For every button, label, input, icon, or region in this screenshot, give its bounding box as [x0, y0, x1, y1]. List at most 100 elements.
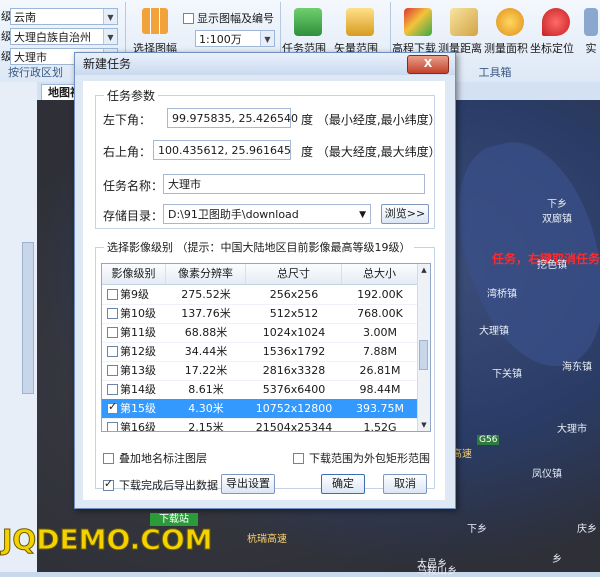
cell-size: 2816x3328 [262, 364, 326, 377]
map-place-label: 乡 [552, 554, 562, 565]
chevron-down-icon: ▼ [103, 29, 117, 44]
export-settings-button[interactable]: 导出设置 [221, 474, 275, 494]
table-row[interactable]: 第13级 17.22米 2816x3328 26.81M [102, 361, 418, 381]
cell-level: 第15级 [120, 402, 156, 415]
chevron-down-icon: ▼ [103, 9, 117, 24]
table-row[interactable]: 第15级 4.30米 10752x12800 393.75M [102, 399, 418, 419]
map-place-label: 下乡 [467, 524, 487, 535]
cell-res: 2.15米 [188, 421, 224, 432]
close-icon: X [423, 57, 433, 70]
chevron-down-icon: ▼ [359, 210, 366, 220]
cell-level: 第9级 [120, 288, 149, 301]
save-dir-dropdown[interactable]: D:\91卫图助手\download ▼ [163, 204, 371, 224]
task-name-label: 任务名称： [103, 179, 164, 193]
level-checkbox[interactable] [107, 365, 118, 376]
cell-total: 98.44M [359, 383, 401, 396]
map-place-label: 大理镇 [479, 326, 509, 337]
bbox-range-label: 下载范围为外包矩形范围 [309, 452, 430, 465]
cell-res: 275.52米 [181, 288, 231, 301]
col-total-size[interactable]: 总尺寸 [246, 264, 342, 284]
overlay-labels-checkbox[interactable] [103, 453, 114, 464]
cell-res: 137.76米 [181, 307, 231, 320]
highway-badge: G56 [477, 435, 500, 445]
table-row[interactable]: 第16级 2.15米 21504x25344 1.52G [102, 418, 418, 432]
scroll-thumb[interactable] [419, 340, 428, 370]
scroll-down-icon[interactable]: ▼ [418, 419, 430, 431]
cell-level: 第10级 [120, 307, 156, 320]
ok-button[interactable]: 确定 [321, 474, 365, 494]
map-place-label: 双廊镇 [542, 214, 572, 225]
cell-res: 8.61米 [188, 383, 224, 396]
chevron-down-icon: ▼ [260, 31, 274, 46]
col-resolution[interactable]: 像素分辨率 [166, 264, 246, 284]
table-scrollbar[interactable]: ▲ ▼ [417, 264, 430, 431]
task-name-field[interactable]: 大理市 [163, 174, 425, 194]
measure-area-button[interactable]: 测量面积 [484, 6, 530, 62]
cell-size: 5376x6400 [262, 383, 326, 396]
new-task-dialog: 新建任务 X 任务参数 左下角： 99.975835, 25.426540 度 … [74, 52, 456, 509]
pin-icon [542, 8, 570, 36]
table-row[interactable]: 第14级 8.61米 5376x6400 98.44M [102, 380, 418, 400]
show-frame-checkbox[interactable] [183, 13, 194, 24]
map-place-label: 大理市 [557, 424, 587, 435]
cell-total: 1.52G [363, 421, 397, 432]
cell-level: 第13级 [120, 364, 156, 377]
upper-right-field[interactable]: 100.435612, 25.961645 [153, 140, 291, 160]
level-checkbox[interactable] [107, 384, 118, 395]
table-header: 影像级别 像素分辨率 总尺寸 总大小 [102, 264, 418, 285]
export-after-checkbox[interactable] [103, 477, 114, 491]
province-dropdown[interactable]: 云南 ▼ [10, 8, 118, 25]
export-after-label: 下载完成后导出数据 [119, 479, 218, 492]
scale-dropdown[interactable]: 1:100万 ▼ [195, 30, 275, 47]
cell-size: 1024x1024 [262, 326, 326, 339]
close-button[interactable]: X [407, 55, 449, 74]
level-checkbox[interactable] [107, 289, 118, 300]
level-checkbox[interactable] [107, 346, 118, 357]
table-row[interactable]: 第9级 275.52米 256x256 192.00K [102, 285, 418, 305]
cell-size: 1536x1792 [262, 345, 326, 358]
coordinate-locate-button[interactable]: 坐标定位 [530, 6, 576, 62]
level-checkbox[interactable] [107, 400, 118, 414]
cancel-button[interactable]: 取消 [383, 474, 427, 494]
grid-icon [142, 8, 168, 34]
lower-left-field[interactable]: 99.975835, 25.426540 [167, 108, 298, 128]
prefecture-dropdown[interactable]: 大理白族自治州 ▼ [10, 28, 118, 45]
dialog-title: 新建任务 [83, 57, 132, 71]
table-row[interactable]: 第12级 34.44米 1536x1792 7.88M [102, 342, 418, 362]
cell-res: 34.44米 [184, 345, 228, 358]
dialog-titlebar[interactable]: 新建任务 [75, 53, 455, 75]
save-dir-label: 存储目录： [103, 209, 164, 223]
image-level-legend: 选择影像级别 （提示：中国大陆地区目前影像最高等级19级） [107, 241, 411, 254]
level-checkbox[interactable] [107, 327, 118, 338]
map-place-label: 挖色镇 [537, 260, 567, 271]
dialog-body: 任务参数 左下角： 99.975835, 25.426540 度 （最小经度,最… [83, 81, 445, 500]
cell-level: 第11级 [120, 326, 156, 339]
bbox-range-checkbox[interactable] [293, 453, 304, 464]
cell-level: 第12级 [120, 345, 156, 358]
cell-total: 768.00K [357, 307, 403, 320]
task-params-legend: 任务参数 [107, 89, 156, 103]
select-frame-button[interactable]: 选择图幅 [129, 6, 181, 56]
browse-button[interactable]: 浏览>> [381, 204, 429, 224]
scroll-up-icon[interactable]: ▲ [418, 264, 430, 276]
lower-left-unit: 度 （最小经度,最小纬度） [301, 113, 441, 127]
table-row[interactable]: 第10级 137.76米 512x512 768.00K [102, 304, 418, 324]
ruler-icon [450, 8, 478, 36]
col-level[interactable]: 影像级别 [102, 264, 166, 284]
map-place-label: 下乡 [547, 199, 567, 210]
table-row[interactable]: 第11级 68.88米 1024x1024 3.00M [102, 323, 418, 343]
cell-level: 第14级 [120, 383, 156, 396]
vector-import-icon [346, 8, 374, 36]
show-frame-label: 显示图幅及编号 [197, 12, 274, 25]
level-checkbox[interactable] [107, 422, 118, 431]
level-checkbox[interactable] [107, 308, 118, 319]
cell-total: 192.00K [357, 288, 403, 301]
cell-total: 393.75M [356, 402, 404, 415]
more-tool-button[interactable]: 实 [582, 6, 600, 62]
map-place-label: 凤仪镇 [532, 469, 562, 480]
elevation-map-icon [404, 8, 432, 36]
col-file-size[interactable]: 总大小 [342, 264, 418, 284]
lower-left-label: 左下角： [103, 113, 152, 127]
left-panel-scrollbar[interactable] [22, 242, 34, 394]
map-place-label: 马鞍山乡 [417, 566, 457, 577]
